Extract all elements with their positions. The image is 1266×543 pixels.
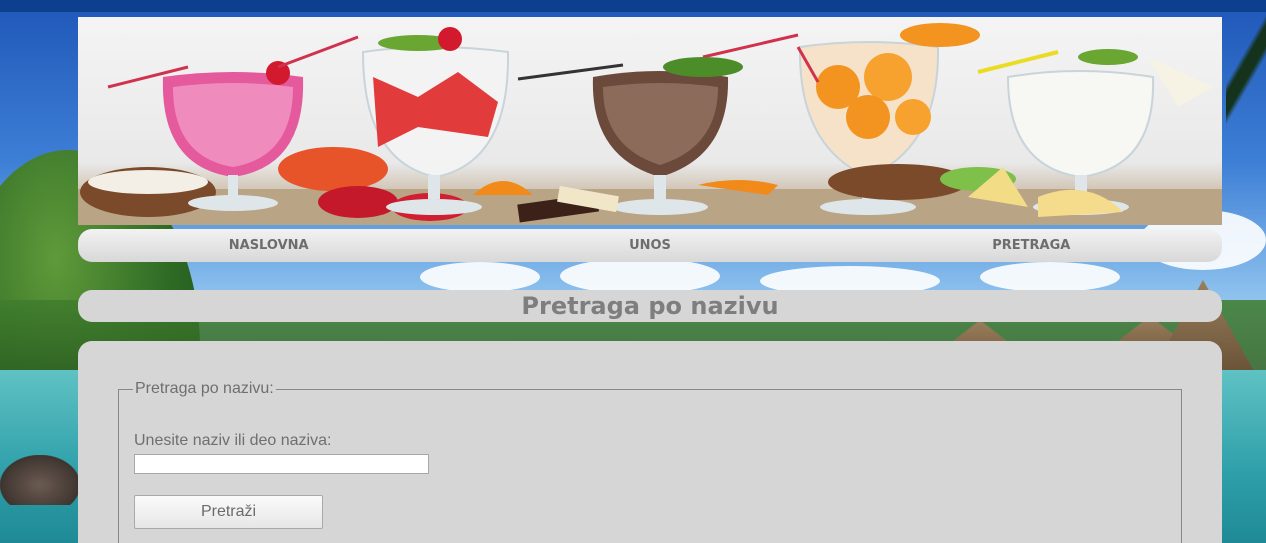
strawberry-icon [318,186,398,218]
fieldset-legend: Pretraga po nazivu: [133,380,276,398]
cloud [560,258,720,294]
search-panel: Pretraga po nazivu: Unesite naziv ili de… [78,341,1222,543]
palm-leaf [1226,0,1266,140]
page-title: Pretraga po nazivu [521,292,779,320]
cloud [980,262,1120,292]
header-banner [78,17,1222,225]
name-search-input[interactable] [134,454,429,474]
cocktails-illustration [78,23,1222,225]
main-navbar: NASLOVNA UNOS PRETRAGA [78,229,1222,262]
rocks [0,455,80,505]
name-field-label: Unesite naziv ili deo naziva: [134,432,332,449]
search-button[interactable]: Pretraži [134,495,323,529]
nav-link-unos[interactable]: UNOS [459,229,840,262]
cloud [420,262,540,292]
sky-strip [0,0,1266,12]
pina-colada-icon [1006,70,1155,179]
nav-link-naslovna[interactable]: NASLOVNA [78,229,459,262]
nav-link-pretraga[interactable]: PRETRAGA [841,229,1222,262]
page-title-bar: Pretraga po nazivu [78,290,1222,322]
search-fieldset: Pretraga po nazivu: Unesite naziv ili de… [118,380,1182,543]
